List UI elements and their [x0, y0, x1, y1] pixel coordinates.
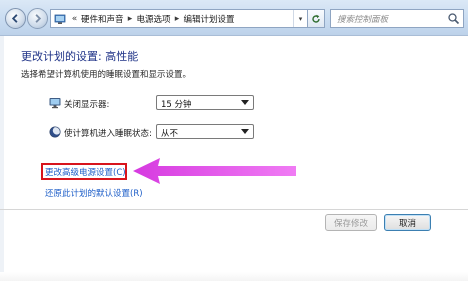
page-title: 更改计划的设置: 高性能	[21, 50, 139, 63]
annotation-arrow	[133, 158, 296, 184]
save-changes-button[interactable]: 保存修改	[325, 214, 377, 231]
breadcrumb-item-power-options[interactable]: 电源选项	[137, 13, 171, 25]
refresh-icon	[312, 14, 320, 23]
back-arrow-icon	[11, 14, 18, 23]
advanced-power-settings-link[interactable]: 更改高级电源设置(C)	[45, 166, 126, 178]
cancel-button[interactable]: 取消	[384, 214, 431, 231]
refresh-button[interactable]	[308, 9, 325, 28]
display-off-label: 关闭显示器:	[64, 100, 110, 110]
restore-defaults-link[interactable]: 还原此计划的默认设置(R)	[45, 187, 143, 199]
address-dropdown-icon[interactable]: ▾	[293, 10, 307, 27]
breadcrumb-overflow[interactable]: «	[68, 14, 81, 24]
search-box[interactable]: 搜索控制面板	[330, 9, 464, 28]
search-icon[interactable]	[447, 12, 460, 25]
window-left-edge	[0, 36, 4, 281]
page-subtitle: 选择希望计算机使用的睡眠设置和显示设置。	[21, 70, 192, 80]
monitor-icon	[49, 98, 61, 109]
display-off-select[interactable]: 15 分钟	[156, 95, 254, 110]
sleep-label: 使计算机进入睡眠状态:	[64, 129, 152, 139]
display-off-value: 15 分钟	[161, 100, 192, 110]
breadcrumb-item-edit-plan[interactable]: 编辑计划设置	[184, 13, 235, 25]
chevron-down-icon	[241, 129, 249, 134]
forward-button[interactable]	[27, 8, 48, 29]
breadcrumb: « 硬件和声音 ▸ 电源选项 ▸ 编辑计划设置	[68, 10, 235, 27]
forward-arrow-icon	[35, 14, 42, 23]
address-bar[interactable]: « 硬件和声音 ▸ 电源选项 ▸ 编辑计划设置 ▾	[50, 9, 308, 28]
control-panel-icon	[52, 10, 68, 27]
chevron-down-icon	[241, 100, 249, 105]
breadcrumb-separator[interactable]: ▸	[124, 14, 137, 24]
search-input[interactable]: 搜索控制面板	[337, 13, 388, 25]
sleep-select[interactable]: 从不	[156, 124, 254, 139]
breadcrumb-separator[interactable]: ▸	[171, 14, 184, 24]
back-button[interactable]	[5, 8, 26, 29]
footer-divider	[0, 209, 468, 210]
window-bottom-edge	[0, 272, 468, 281]
sleep-value: 从不	[161, 129, 179, 139]
breadcrumb-item-hardware-sound[interactable]: 硬件和声音	[81, 13, 124, 25]
navigation-bar: « 硬件和声音 ▸ 电源选项 ▸ 编辑计划设置 ▾ 搜索控制面板	[0, 0, 468, 36]
moon-icon	[49, 126, 61, 138]
